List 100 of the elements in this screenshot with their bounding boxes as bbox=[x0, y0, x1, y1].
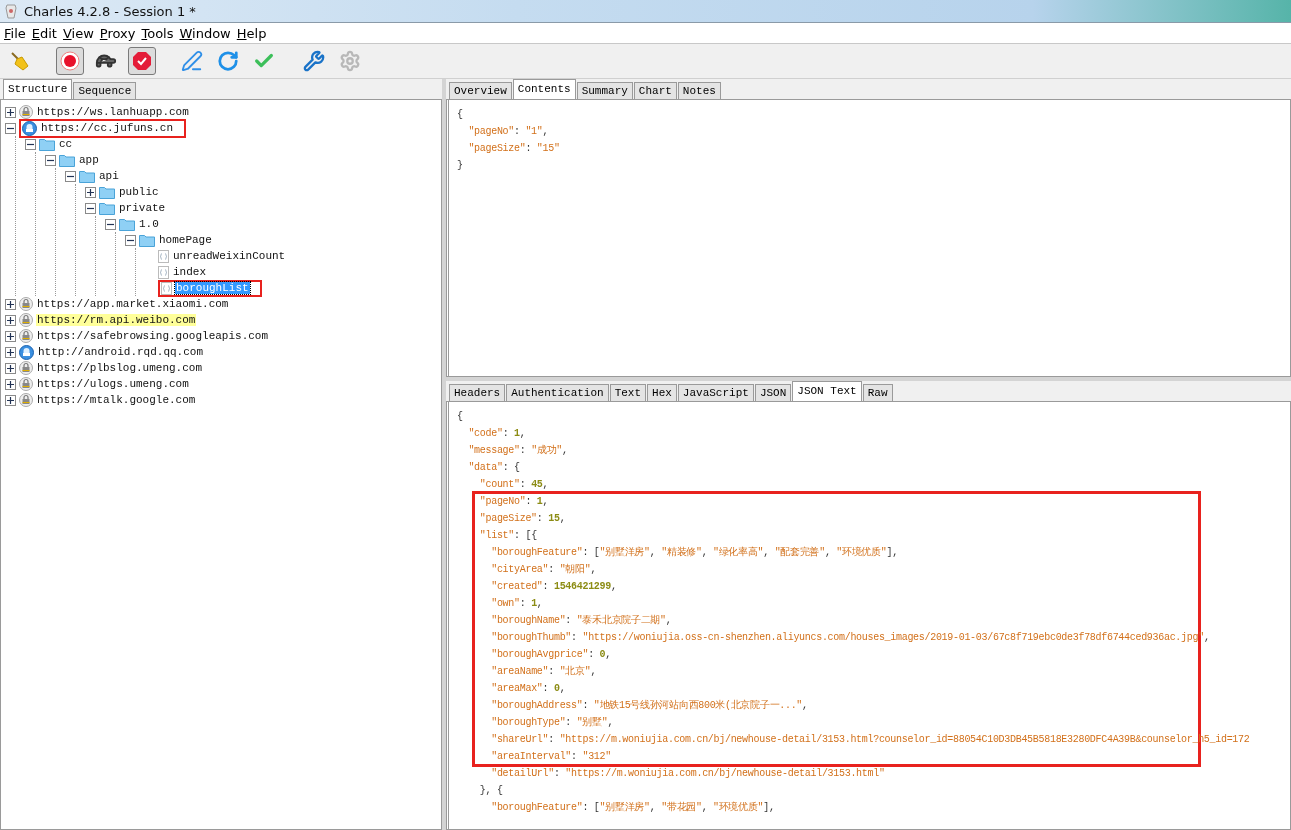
expand-icon[interactable] bbox=[5, 106, 16, 118]
code-line: "boroughAddress": "地铁15号线孙河站向西800米(北京院子一...", bbox=[457, 697, 1290, 714]
json-file-icon bbox=[161, 281, 172, 295]
tree-item[interactable]: https://ulogs.umeng.com bbox=[19, 377, 190, 391]
code-line: "own": 1, bbox=[457, 595, 1290, 612]
lock-icon bbox=[19, 377, 33, 391]
code-line: "created": 1546421299, bbox=[457, 578, 1290, 595]
tree-item[interactable]: api bbox=[79, 169, 120, 183]
tree-item[interactable]: http://android.rqd.qq.com bbox=[19, 344, 205, 360]
tab[interactable]: Contents bbox=[512, 79, 576, 99]
tree-item[interactable]: https://app.market.xiaomi.com bbox=[19, 297, 230, 311]
tree-item[interactable]: https://mtalk.google.com bbox=[19, 393, 197, 407]
folder-icon bbox=[139, 233, 155, 247]
expand-icon[interactable] bbox=[5, 378, 16, 390]
menu-item[interactable]: View bbox=[60, 25, 98, 41]
menu-item[interactable]: File bbox=[2, 25, 30, 41]
code-line: "boroughName": "泰禾北京院子二期", bbox=[457, 612, 1290, 629]
record-icon bbox=[60, 51, 80, 71]
refresh-icon bbox=[217, 50, 239, 72]
code-line: }, { bbox=[478, 784, 504, 798]
tree-item[interactable]: public bbox=[99, 185, 160, 199]
tab[interactable]: Sequence bbox=[73, 82, 137, 99]
tree-item[interactable]: homePage bbox=[139, 233, 213, 247]
code-line: { bbox=[457, 108, 464, 122]
collapse-icon[interactable] bbox=[25, 138, 36, 150]
tab[interactable]: Overview bbox=[449, 82, 512, 99]
code-line: "areaName": "北京", bbox=[457, 663, 1290, 680]
tab[interactable]: Hex bbox=[647, 384, 677, 401]
tools-icon bbox=[303, 50, 325, 72]
expand-icon[interactable] bbox=[5, 394, 16, 406]
tab[interactable]: Summary bbox=[576, 82, 633, 99]
tab[interactable]: JSON Text bbox=[792, 381, 862, 401]
code-line: "boroughAvgprice": 0, bbox=[457, 646, 1290, 663]
tab[interactable]: Authentication bbox=[506, 384, 609, 401]
lock-icon bbox=[19, 105, 33, 119]
code-line: "pageSize": "15" bbox=[467, 142, 561, 156]
tab[interactable]: JSON bbox=[754, 384, 792, 401]
code-line: "boroughFeature": ["别墅洋房", "精装修", "绿化率高", "配套完善", "环境优质"], bbox=[457, 544, 1290, 561]
menu-item[interactable]: Tools bbox=[139, 25, 178, 41]
expand-icon[interactable] bbox=[5, 330, 16, 342]
pen-icon bbox=[181, 50, 203, 72]
code-line: "pageNo": 1, bbox=[457, 493, 1290, 510]
tree-item[interactable]: private bbox=[99, 201, 167, 215]
folder-icon bbox=[39, 137, 55, 151]
tree-item[interactable]: index bbox=[158, 265, 207, 279]
tab[interactable]: Raw bbox=[862, 384, 893, 401]
tree-item[interactable]: https://safebrowsing.googleapis.com bbox=[19, 329, 270, 343]
tab[interactable]: Chart bbox=[633, 82, 677, 99]
tree-item[interactable]: https://cc.jufuns.cn bbox=[19, 118, 187, 138]
lock-icon bbox=[19, 297, 33, 311]
code-line: "pageSize": 15, bbox=[457, 510, 1290, 527]
collapse-icon[interactable] bbox=[85, 202, 96, 214]
app-icon bbox=[4, 3, 18, 19]
lock-icon bbox=[19, 329, 33, 343]
tree-item[interactable]: https://ws.lanhuapp.com bbox=[19, 105, 190, 119]
tab[interactable]: Headers bbox=[449, 384, 506, 401]
json-file-icon bbox=[158, 249, 169, 263]
menu-item[interactable]: Edit bbox=[29, 25, 61, 41]
expand-icon[interactable] bbox=[85, 186, 96, 198]
expand-icon[interactable] bbox=[5, 298, 16, 310]
tree-item[interactable]: cc bbox=[39, 137, 74, 151]
menu-item[interactable]: Help bbox=[234, 25, 271, 41]
code-line: "count": 45, bbox=[478, 478, 550, 492]
folder-icon bbox=[59, 153, 75, 167]
code-line: "areaInterval": "312" bbox=[457, 748, 1290, 765]
tab[interactable]: Structure bbox=[3, 79, 73, 99]
tree-item[interactable]: 1.0 bbox=[119, 217, 160, 231]
code-line: "detailUrl": "https://m.woniujia.com.cn/bj/newhouse-detail/3153.html" bbox=[490, 767, 886, 781]
collapse-icon[interactable] bbox=[125, 234, 136, 246]
code-line: "code": 1, bbox=[467, 427, 527, 441]
tab[interactable]: Text bbox=[609, 384, 647, 401]
tab[interactable]: Notes bbox=[677, 82, 721, 99]
code-line: "data": { bbox=[467, 461, 521, 475]
settings-icon bbox=[339, 50, 361, 72]
window-title: Charles 4.2.8 - Session 1 * bbox=[24, 3, 196, 19]
expand-icon[interactable] bbox=[5, 314, 16, 326]
collapse-icon[interactable] bbox=[45, 154, 56, 166]
collapse-icon[interactable] bbox=[65, 170, 76, 182]
code-line: "message": "成功", bbox=[467, 443, 569, 458]
stop-sign-icon bbox=[132, 51, 152, 71]
tree-item[interactable]: unreadWeixinCount bbox=[158, 249, 287, 263]
tree-item[interactable]: https://plbslog.umeng.com bbox=[19, 361, 204, 375]
expand-icon[interactable] bbox=[5, 346, 16, 358]
lock-icon bbox=[19, 361, 33, 375]
menu-item[interactable]: Window bbox=[177, 25, 235, 41]
code-line: "list": [{ bbox=[457, 527, 1290, 544]
code-line: "areaMax": 0, bbox=[457, 680, 1290, 697]
tab[interactable]: JavaScript bbox=[677, 384, 754, 401]
folder-icon bbox=[119, 217, 135, 231]
code-line: "boroughType": "别墅", bbox=[457, 714, 1290, 731]
lock-icon bbox=[19, 313, 33, 327]
json-file-icon bbox=[158, 265, 169, 279]
collapse-icon[interactable] bbox=[105, 218, 116, 230]
tree-item[interactable]: app bbox=[59, 153, 100, 167]
expand-icon[interactable] bbox=[5, 362, 16, 374]
menu-item[interactable]: Proxy bbox=[97, 25, 140, 41]
code-line: { bbox=[457, 410, 464, 424]
folder-icon bbox=[99, 201, 115, 215]
collapse-icon[interactable] bbox=[5, 122, 16, 134]
code-line: "cityArea": "朝阳", bbox=[457, 561, 1290, 578]
